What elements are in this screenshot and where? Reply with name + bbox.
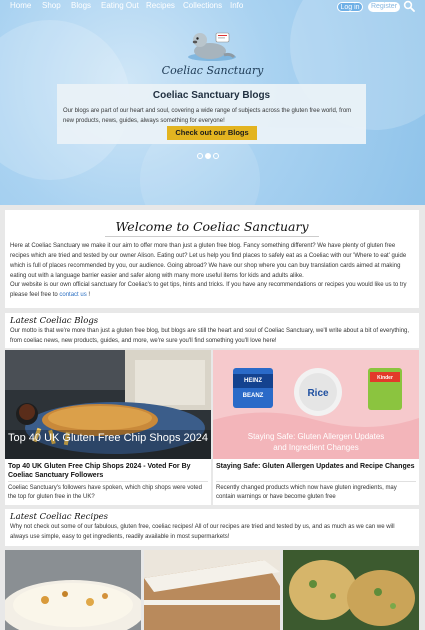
latest-blogs-intro: Our motto is that we're more than just a… [10,328,410,344]
blog-image-chip-shops[interactable]: Top 40 UK Gluten Free Chip Shops 2024 [5,350,211,459]
beanz-label: BEANZ [243,393,264,399]
nav-blogs[interactable]: Blogs [71,1,91,10]
rice-label: Rice [307,388,329,399]
blog-description: Recently changed products which now have… [216,485,397,500]
site-title: Coeliac Sanctuary [161,64,264,77]
nav-info[interactable]: Info [230,1,243,10]
hero-banner: Home Shop Blogs Eating Out Recipes Colle… [0,0,425,205]
title-divider [105,236,319,237]
nav-shop[interactable]: Shop [42,1,61,10]
latest-recipes-title: Latest Coeliac Recipes [10,512,108,522]
nav-collections[interactable]: Collections [183,1,222,10]
check-out-blogs-button[interactable]: Check out our Blogs [167,126,257,140]
login-button[interactable]: Log in [337,2,363,12]
latest-blogs-section: Latest Coeliac Blogs Our motto is that w… [5,313,419,348]
scones-image [283,550,419,630]
kinder-label: Kinder [377,375,393,381]
welcome-title: Welcome to Coeliac Sanctuary [115,219,309,234]
blog-card-allergen-updates[interactable]: HEINZ BEANZ Rice Kinder Staying Safe: Gl… [213,350,419,505]
carousel-dots [197,153,219,159]
recipe-card-cake[interactable] [144,550,280,630]
nav-eating-out[interactable]: Eating Out [101,1,139,10]
carousel-dot-active[interactable] [205,153,211,159]
blog-card-chip-shops[interactable]: Top 40 UK Gluten Free Chip Shops 2024 To… [5,350,211,505]
blog-title[interactable]: Top 40 UK Gluten Free Chip Shops 2024 - … [8,462,208,480]
allergen-caption-line2: and Ingredient Changes [273,443,358,452]
latest-blogs-title: Latest Coeliac Blogs [10,316,99,326]
carousel-dot[interactable] [213,153,219,159]
recipe-card-scones[interactable] [283,550,419,630]
chip-shops-caption: Top 40 UK Gluten Free Chip Shops 2024 [8,432,208,444]
fish-and-chips-image: Top 40 UK Gluten Free Chip Shops 2024 [5,350,211,459]
latest-recipes-section: Latest Coeliac Recipes Why not check out… [5,509,419,546]
blog-title[interactable]: Staying Safe: Gluten Allergen Updates an… [216,462,416,471]
welcome-paragraph: Here at Coeliac Sanctuary we make it our… [10,243,407,279]
welcome-paragraph-contact: Our website is our own official sanctuar… [10,280,414,300]
carousel-dot[interactable] [197,153,203,159]
welcome-section: Welcome to Coeliac Sanctuary Here at Coe… [5,210,419,308]
top-nav: Home Shop Blogs Eating Out Recipes Colle… [0,0,425,13]
latest-recipes-intro: Why not check out some of our fabulous, … [10,524,395,540]
nav-home[interactable]: Home [10,1,31,10]
cheesecake-image [5,550,141,630]
allergen-products-image: HEINZ BEANZ Rice Kinder Staying Safe: Gl… [213,350,419,459]
blog-image-allergen-updates[interactable]: HEINZ BEANZ Rice Kinder Staying Safe: Gl… [213,350,419,459]
nav-recipes[interactable]: Recipes [146,1,175,10]
cake-slice-image [144,550,280,630]
seal-mascot-logo [188,32,236,61]
contact-us-link[interactable]: contact us [59,292,86,298]
blog-description: Coeliac Sanctuary's followers have spoke… [8,485,202,500]
heinz-label: HEINZ [244,378,262,384]
welcome-contact-end: ! [88,292,91,298]
hero-card-title: Coeliac Sanctuary Blogs [152,90,271,101]
search-icon[interactable] [403,0,415,12]
blog-divider [216,481,416,482]
blog-divider [8,481,208,482]
allergen-caption-line1: Staying Safe: Gluten Allergen Updates [248,432,385,441]
recipe-card-cheesecake[interactable] [5,550,141,630]
register-button[interactable]: Register [368,2,400,12]
hero-card-text: Our blogs are part of our heart and soul… [63,108,352,124]
